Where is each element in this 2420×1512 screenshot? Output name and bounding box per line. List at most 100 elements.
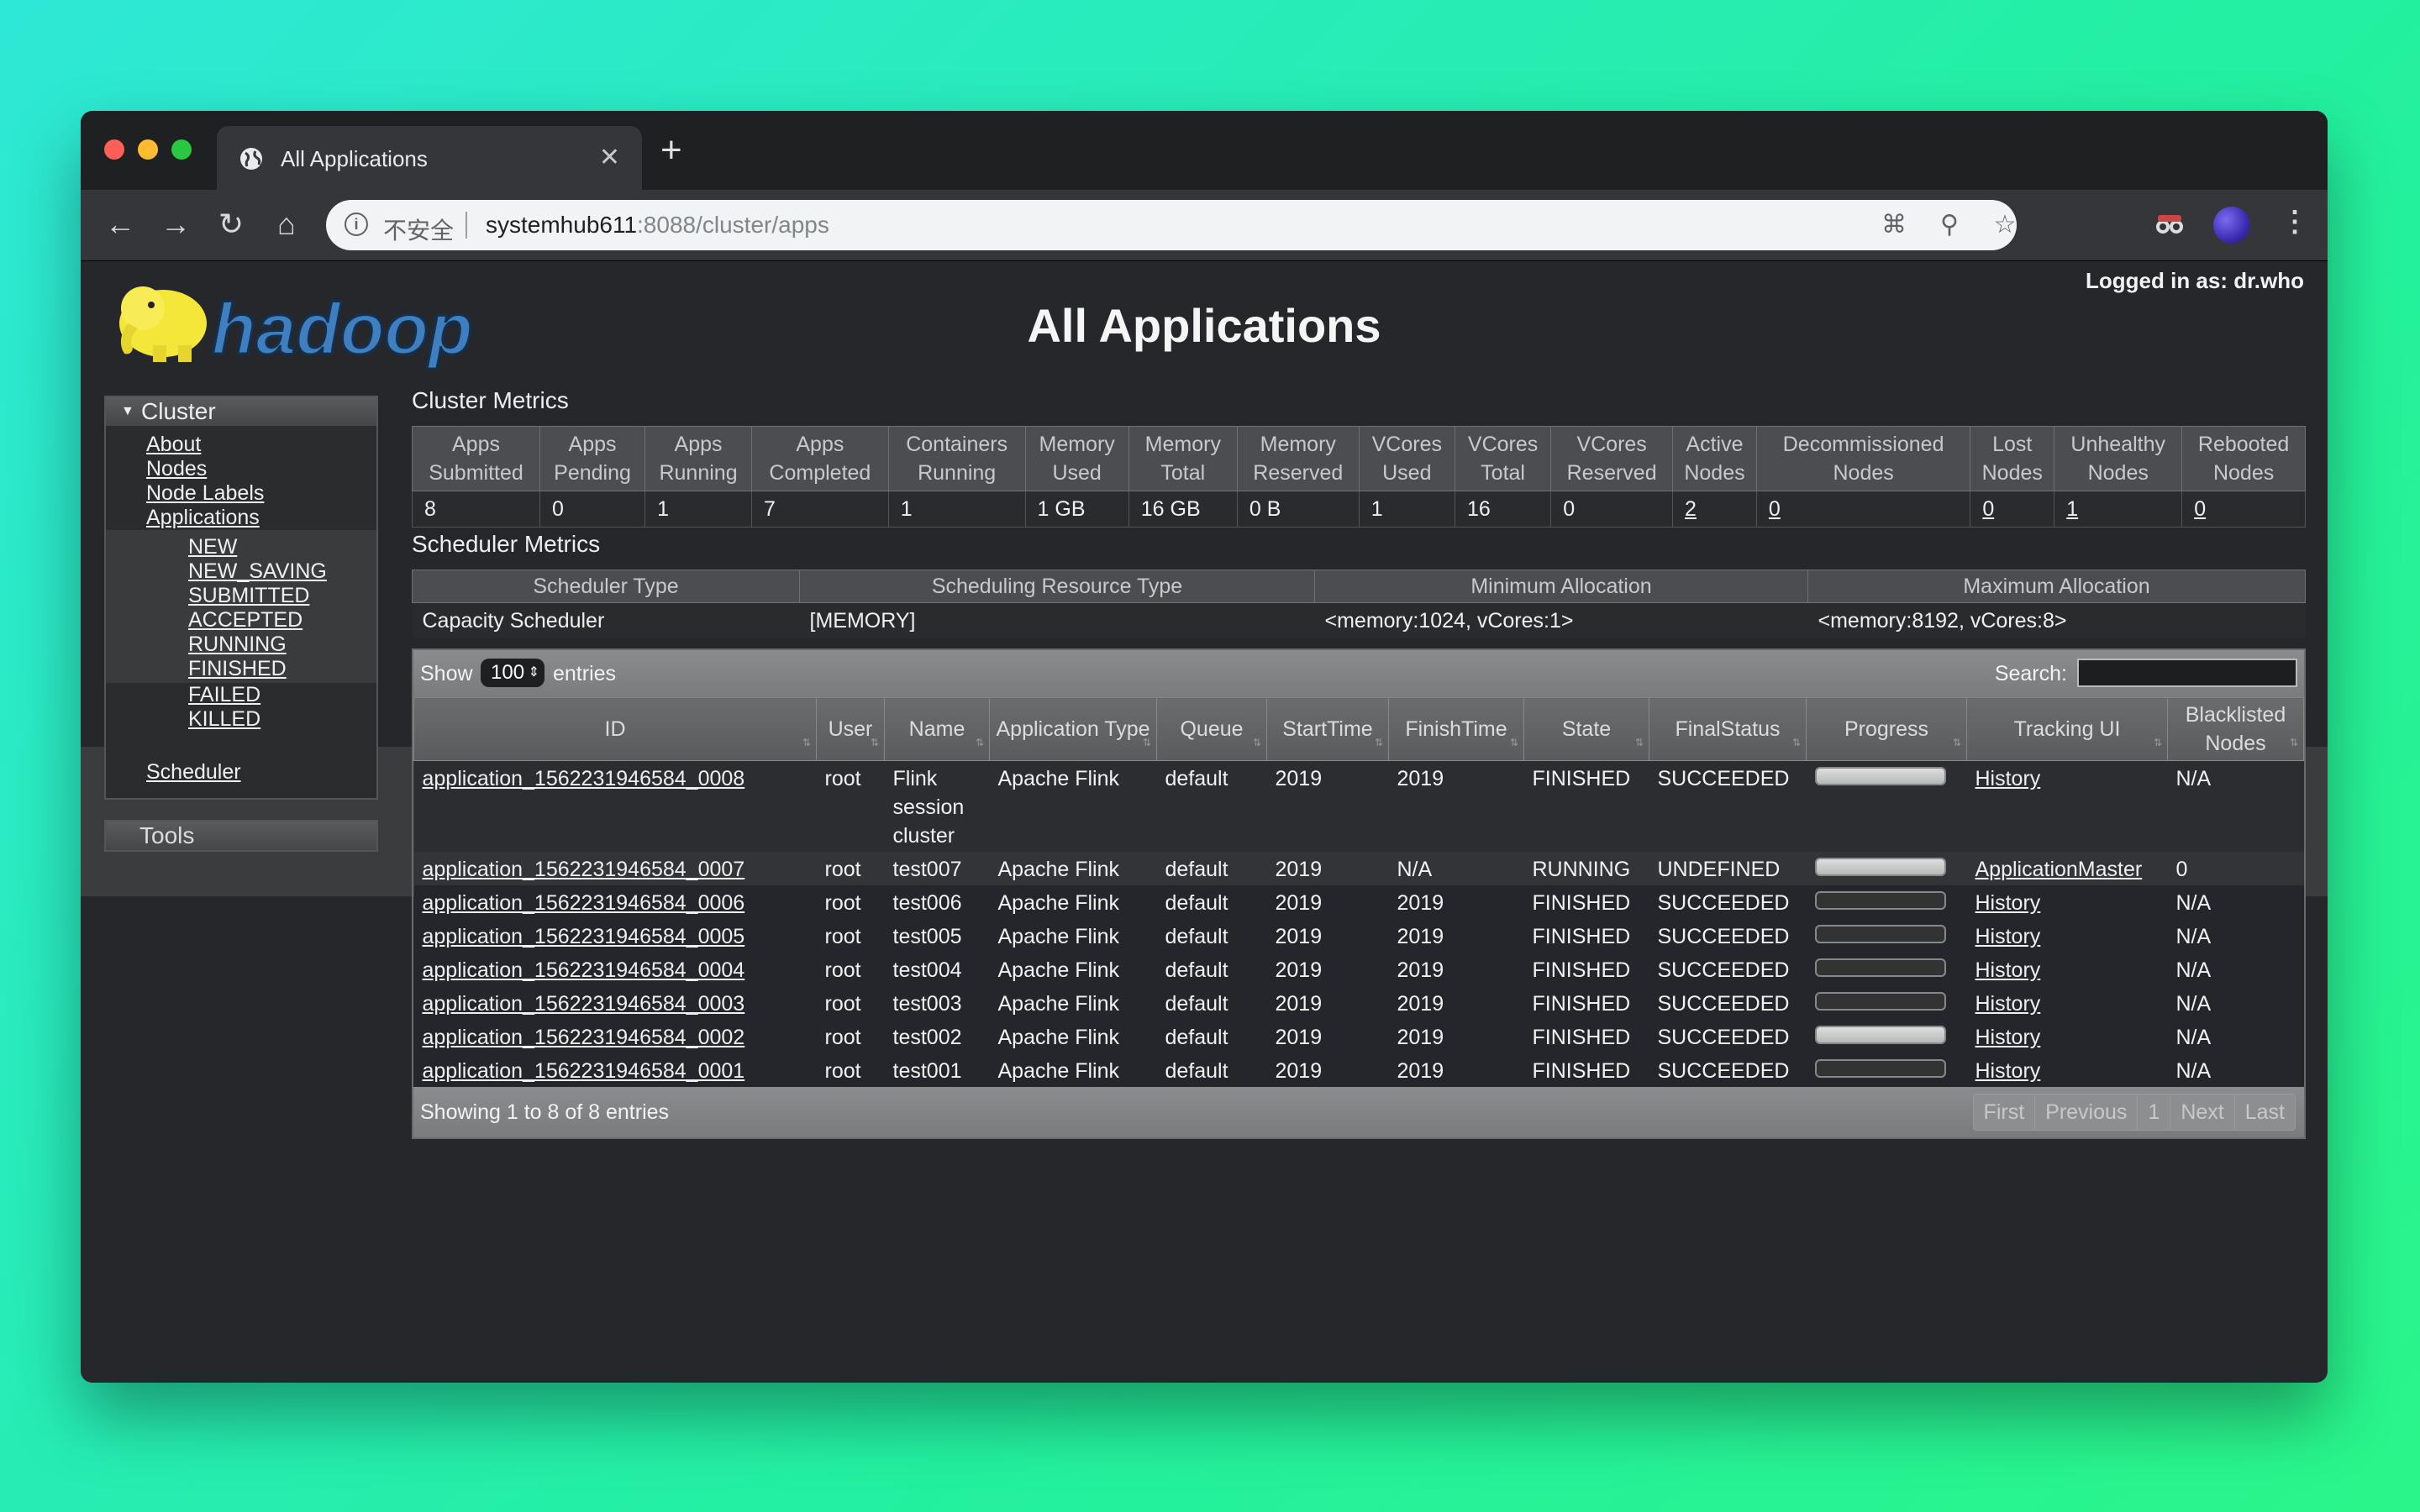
application-id-link[interactable]: application_1562231946584_0002 (423, 1026, 745, 1049)
more-menu-icon[interactable]: ⋮ (2281, 205, 2309, 239)
tracking-ui-link[interactable]: History (1975, 767, 2041, 790)
pager-next-button[interactable]: Next (2170, 1095, 2233, 1130)
application-id-link[interactable]: application_1562231946584_0004 (423, 958, 745, 982)
application-id-link[interactable]: application_1562231946584_0007 (423, 858, 745, 881)
cell-final: UNDEFINED (1649, 852, 1807, 885)
sidebar-link-about[interactable]: About (146, 433, 376, 457)
column-header-tracking-ui[interactable]: Tracking UI ⇅ (1966, 697, 2168, 761)
cell-tracking: History (1966, 760, 2168, 852)
cell-queue: default (1156, 760, 1267, 852)
column-header-final-status[interactable]: FinalStatus ⇅ (1649, 697, 1807, 761)
sidebar-link-node-labels[interactable]: Node Labels (146, 481, 376, 506)
bookmark-star-icon[interactable]: ☆ (1990, 210, 2020, 240)
cell-final: SUCCEEDED (1649, 1020, 1807, 1053)
column-header-id[interactable]: ID ⇅ (413, 697, 817, 761)
application-id-link[interactable]: application_1562231946584_0008 (423, 767, 745, 790)
tracking-ui-link[interactable]: History (1975, 925, 2041, 948)
translate-icon[interactable]: ⌘ (1879, 210, 1909, 240)
application-id-link[interactable]: application_1562231946584_0006 (423, 891, 745, 915)
address-bar[interactable]: i 不安全 systemhub611:8088/cluster/apps ⌘ ⚲… (326, 200, 2017, 250)
close-window-button[interactable] (104, 139, 124, 160)
home-icon[interactable]: ⌂ (266, 203, 308, 245)
pager-last-button[interactable]: Last (2233, 1095, 2295, 1130)
cluster-metric-link[interactable]: 0 (2194, 497, 2206, 521)
cell-blacklisted: N/A (2167, 760, 2304, 852)
tools-header[interactable]: Tools (104, 820, 378, 852)
column-header-finish-time[interactable]: FinishTime ⇅ (1388, 697, 1524, 761)
state-link-failed[interactable]: FAILED (188, 683, 376, 707)
minimize-window-button[interactable] (138, 139, 158, 160)
tracking-ui-link[interactable]: History (1975, 958, 2041, 982)
column-header-user[interactable]: User ⇅ (816, 697, 885, 761)
state-link-killed[interactable]: KILLED (188, 707, 376, 732)
cluster-metric-link[interactable]: 0 (1769, 497, 1781, 521)
sort-icon: ⇅ (1634, 737, 1644, 748)
back-arrow-icon[interactable]: ← (99, 203, 141, 245)
sidebar-link-scheduler[interactable]: Scheduler (146, 760, 376, 785)
column-header-state[interactable]: State ⇅ (1523, 697, 1649, 761)
tracking-ui-link[interactable]: History (1975, 1026, 2041, 1049)
cluster-metric-header-line: Total (1481, 461, 1525, 485)
cell-type: Apache Flink (989, 986, 1157, 1020)
browser-window: All Applications ✕ + ← → ↻ ⌂ i 不安全 syste… (81, 111, 2328, 1383)
cell-progress (1806, 885, 1967, 919)
tab-close-icon[interactable]: ✕ (599, 143, 620, 172)
zoom-icon[interactable]: ⚲ (1934, 210, 1965, 240)
sidebar-link-nodes[interactable]: Nodes (146, 457, 376, 481)
state-link-finished[interactable]: FINISHED (188, 657, 376, 681)
cluster-metric-value: 0 (539, 491, 646, 528)
info-icon[interactable]: i (345, 213, 368, 236)
entries-per-page-select[interactable]: 100 ⇕ (481, 659, 544, 687)
sort-icon: ⇅ (870, 737, 879, 748)
cell-start: 2019 (1266, 1020, 1389, 1053)
reload-icon[interactable]: ↻ (210, 203, 252, 245)
maximize-window-button[interactable] (171, 139, 192, 160)
state-link-running[interactable]: RUNNING (188, 633, 376, 657)
state-link-submitted[interactable]: SUBMITTED (188, 584, 376, 608)
column-header-label: Name (908, 717, 965, 741)
state-link-accepted[interactable]: ACCEPTED (188, 608, 376, 633)
pager-page-1-button[interactable]: 1 (2137, 1095, 2170, 1130)
table-row: application_1562231946584_0004 root test00… (413, 953, 2304, 986)
cell-start: 2019 (1266, 953, 1389, 986)
forward-arrow-icon[interactable]: → (155, 203, 197, 245)
cluster-metric-link[interactable]: 2 (1685, 497, 1697, 521)
pager-first-button[interactable]: First (1974, 1095, 2035, 1130)
column-header-start-time[interactable]: StartTime ⇅ (1266, 697, 1389, 761)
new-tab-icon[interactable]: + (660, 129, 682, 171)
cell-user: root (816, 852, 885, 885)
cluster-header[interactable]: ▼ Cluster (106, 397, 376, 426)
tracking-ui-link[interactable]: ApplicationMaster (1975, 858, 2143, 881)
application-id-link[interactable]: application_1562231946584_0005 (423, 925, 745, 948)
tab-all-applications[interactable]: All Applications ✕ (217, 126, 642, 190)
tracking-ui-link[interactable]: History (1975, 992, 2041, 1016)
application-id-link[interactable]: application_1562231946584_0001 (423, 1059, 745, 1083)
column-header-label: StartTime (1282, 717, 1373, 741)
extension-icon[interactable] (2153, 210, 2186, 240)
cell-finish: 2019 (1388, 885, 1524, 919)
column-header-application-type[interactable]: Application Type ⇅ (989, 697, 1157, 761)
cluster-metric-header: VCores Used (1358, 426, 1455, 491)
search-input[interactable] (2077, 659, 2297, 687)
state-link-new-saving[interactable]: NEW_SAVING (188, 559, 376, 584)
show-label: Show (420, 662, 473, 685)
tracking-ui-link[interactable]: History (1975, 1059, 2041, 1083)
sidebar-link-applications[interactable]: Applications (146, 506, 376, 530)
cell-tracking: History (1966, 953, 2168, 986)
column-header-queue[interactable]: Queue ⇅ (1156, 697, 1267, 761)
progress-bar-fill (1816, 859, 1944, 874)
state-link-new[interactable]: NEW (188, 535, 376, 559)
column-header-blacklisted-nodes[interactable]: Blacklisted Nodes ⇅ (2167, 697, 2304, 761)
cell-name: test002 (884, 1020, 990, 1053)
cluster-metric-link[interactable]: 0 (1982, 497, 1994, 521)
application-id-link[interactable]: application_1562231946584_0003 (423, 992, 745, 1016)
column-header-name[interactable]: Name ⇅ (884, 697, 990, 761)
column-header-progress[interactable]: Progress ⇅ (1806, 697, 1967, 761)
cluster-metric-header-line: Completed (769, 461, 871, 485)
pager-previous-button[interactable]: Previous (2034, 1095, 2137, 1130)
tracking-ui-link[interactable]: History (1975, 891, 2041, 915)
cluster-metric-link[interactable]: 1 (2066, 497, 2078, 521)
cluster-menu: ▼ Cluster About Nodes Node Labels Applic… (104, 396, 378, 800)
sched-value-max-alloc: <memory:8192, vCores:8> (1807, 602, 2306, 638)
profile-avatar[interactable] (2213, 207, 2250, 244)
